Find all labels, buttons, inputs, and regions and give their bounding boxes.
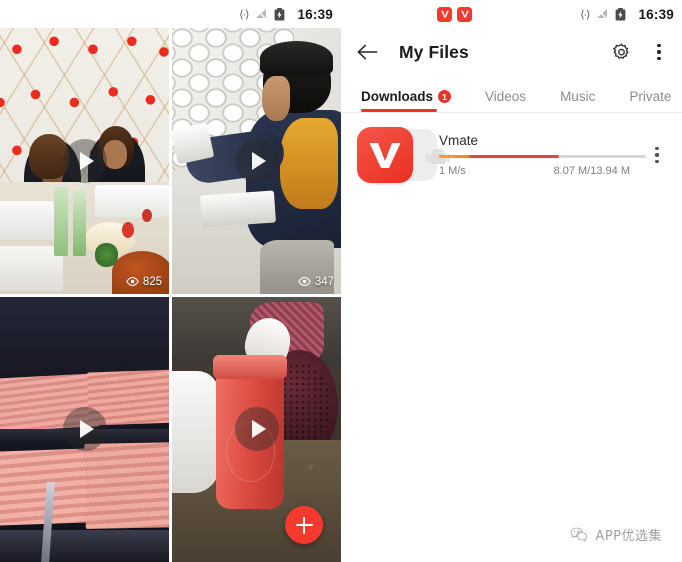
video-thumbnail-men-eating[interactable]: 825 [0, 28, 169, 294]
right-status-bar: ⟨·⟩ 16:39 [341, 0, 682, 28]
dual-phone-screenshot: ⟨·⟩ 16:39 825 347 ⟨·⟩ 16:39 My Files Dow… [0, 0, 682, 562]
gear-icon[interactable] [611, 42, 632, 63]
play-icon[interactable] [234, 138, 279, 183]
download-name: Vmate [439, 132, 479, 148]
back-arrow-icon[interactable] [355, 39, 381, 65]
tab-active-underline [361, 109, 438, 112]
view-count-badge: 347 [298, 276, 334, 288]
status-time: 16:39 [297, 6, 333, 22]
usb-data-icon: ⟨·⟩ [239, 8, 249, 21]
video-grid: 825 347 [0, 28, 341, 562]
video-thumbnail-pink-jar[interactable] [172, 296, 341, 562]
download-info: Vmate 1 M/s 8.07 M/13.94 M [439, 133, 646, 177]
page-title: My Files [399, 41, 469, 62]
download-progress-bar [439, 154, 646, 159]
progress-fill-orange [439, 154, 471, 159]
app-bar: My Files [341, 28, 682, 76]
download-meta: 1 M/s 8.07 M/13.94 M [439, 165, 646, 177]
battery-charging-icon [275, 7, 285, 20]
view-count-value: 347 [314, 275, 334, 288]
tab-downloads[interactable]: Downloads 1 [361, 89, 452, 112]
signal-off-icon [256, 9, 267, 19]
eye-icon [298, 277, 311, 286]
signal-off-icon [597, 9, 608, 19]
play-icon[interactable] [234, 407, 279, 452]
eye-icon [126, 277, 139, 286]
appbar-actions [611, 41, 668, 63]
play-icon[interactable] [62, 138, 107, 183]
tab-bar: Downloads 1 Videos Music Private [341, 76, 682, 112]
plus-icon-vertical [302, 516, 306, 534]
tab-label: Downloads [361, 89, 434, 104]
left-phone-panel: ⟨·⟩ 16:39 825 347 [0, 0, 341, 562]
left-status-bar: ⟨·⟩ 16:39 [0, 0, 341, 28]
downloads-badge: 1 [438, 90, 452, 103]
tab-private[interactable]: Private [629, 89, 671, 112]
watermark: APP优选集 [570, 525, 662, 544]
notification-icons [437, 6, 472, 22]
tab-music[interactable]: Music [560, 89, 595, 112]
view-count-value: 825 [142, 275, 162, 288]
right-phone-panel: ⟨·⟩ 16:39 My Files Downloads 1 Videos Mu… [341, 0, 682, 562]
left-status-icons: ⟨·⟩ 16:39 [239, 7, 333, 22]
video-thumbnail-pink-sheets[interactable] [0, 296, 169, 562]
tab-label: Private [629, 89, 672, 104]
battery-charging-icon [616, 7, 626, 20]
add-floating-action-button[interactable] [285, 506, 323, 544]
right-status-icons: ⟨·⟩ 16:39 [580, 7, 674, 22]
watermark-text: APP优选集 [595, 529, 662, 544]
download-list-item[interactable]: Vmate 1 M/s 8.07 M/13.94 M [341, 113, 682, 197]
vmate-notification-icon [457, 6, 472, 22]
tab-videos[interactable]: Videos [485, 89, 526, 112]
download-size: 8.07 M/13.94 M [553, 165, 630, 178]
video-thumbnail-wall-plastering[interactable]: 347 [172, 28, 341, 294]
view-count-badge: 825 [126, 276, 162, 288]
download-icon-wrapper [357, 127, 450, 183]
wechat-icon [571, 527, 588, 542]
status-time: 16:39 [638, 6, 674, 22]
more-vertical-icon[interactable] [650, 41, 668, 63]
tab-label: Videos [485, 89, 527, 104]
vmate-app-icon [357, 127, 413, 183]
download-overflow-menu[interactable] [646, 147, 668, 163]
play-icon[interactable] [62, 407, 107, 452]
usb-data-icon: ⟨·⟩ [580, 8, 590, 21]
tab-label: Music [560, 89, 596, 104]
vmate-notification-icon [437, 6, 452, 22]
